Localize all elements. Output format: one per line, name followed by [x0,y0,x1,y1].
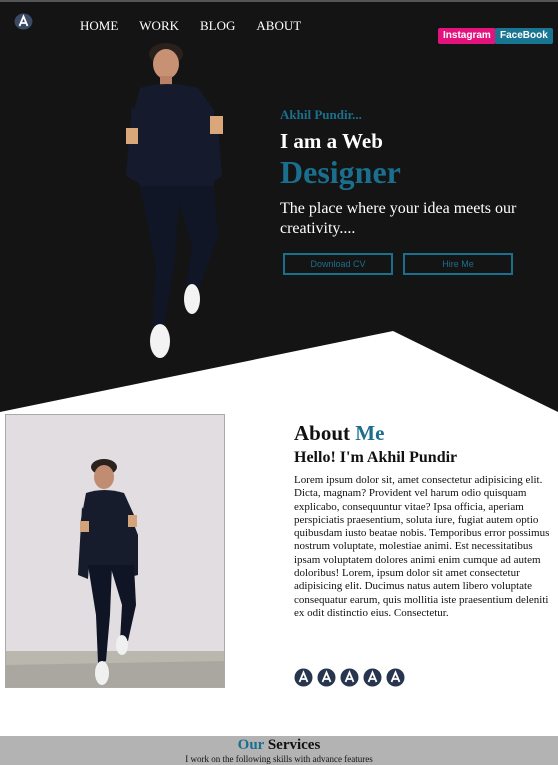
nav-work[interactable]: WORK [139,18,179,34]
about-title-accent: Me [355,421,385,445]
hero-tagline: The place where your idea meets our crea… [280,200,517,237]
hero-name: Akhil Pundir... [280,107,362,122]
services-title-accent: Our [237,737,265,753]
hero-portrait-image [126,43,223,358]
about-portrait-image [6,415,224,687]
top-border [0,0,558,2]
download-cv-button[interactable]: Download CV [283,253,393,275]
instagram-button[interactable]: Instagram [438,28,496,44]
hero-section: HOME WORK BLOG ABOUT Instagram FaceBook … [0,0,558,412]
services-subtitle: I work on the following skills with adva… [185,754,373,764]
about-subtitle: Hello! I'm Akhil Pundir [294,449,458,466]
about-photo [5,414,225,688]
nav-blog[interactable]: BLOG [200,18,235,34]
hero-headline: I am a Web [280,129,383,153]
services-section: Our Services I work on the following ski… [0,736,558,765]
social-icon-3[interactable] [340,668,359,687]
nav-about[interactable]: ABOUT [256,18,301,34]
about-social-icons [294,668,405,687]
about-body: Lorem ipsum dolor sit, amet consectetur … [294,474,550,619]
logo-icon[interactable] [14,13,33,30]
about-text: About Me Hello! I'm Akhil Pundir Lorem i… [294,420,552,620]
social-icon-4[interactable] [363,668,382,687]
nav-home[interactable]: HOME [80,18,118,34]
services-title-main: Services [267,737,321,753]
hire-me-button[interactable]: Hire Me [403,253,513,275]
social-icon-5[interactable] [386,668,405,687]
hero-text: Akhil Pundir... I am a Web Designer The … [280,107,550,239]
hero-role: Designer [280,154,401,190]
social-icon-2[interactable] [317,668,336,687]
facebook-button[interactable]: FaceBook [495,28,553,44]
about-title: About Me [294,420,552,446]
social-icon-1[interactable] [294,668,313,687]
about-title-main: About [294,421,351,445]
services-title: Our Services [0,736,558,754]
main-nav: HOME WORK BLOG ABOUT [80,18,322,34]
